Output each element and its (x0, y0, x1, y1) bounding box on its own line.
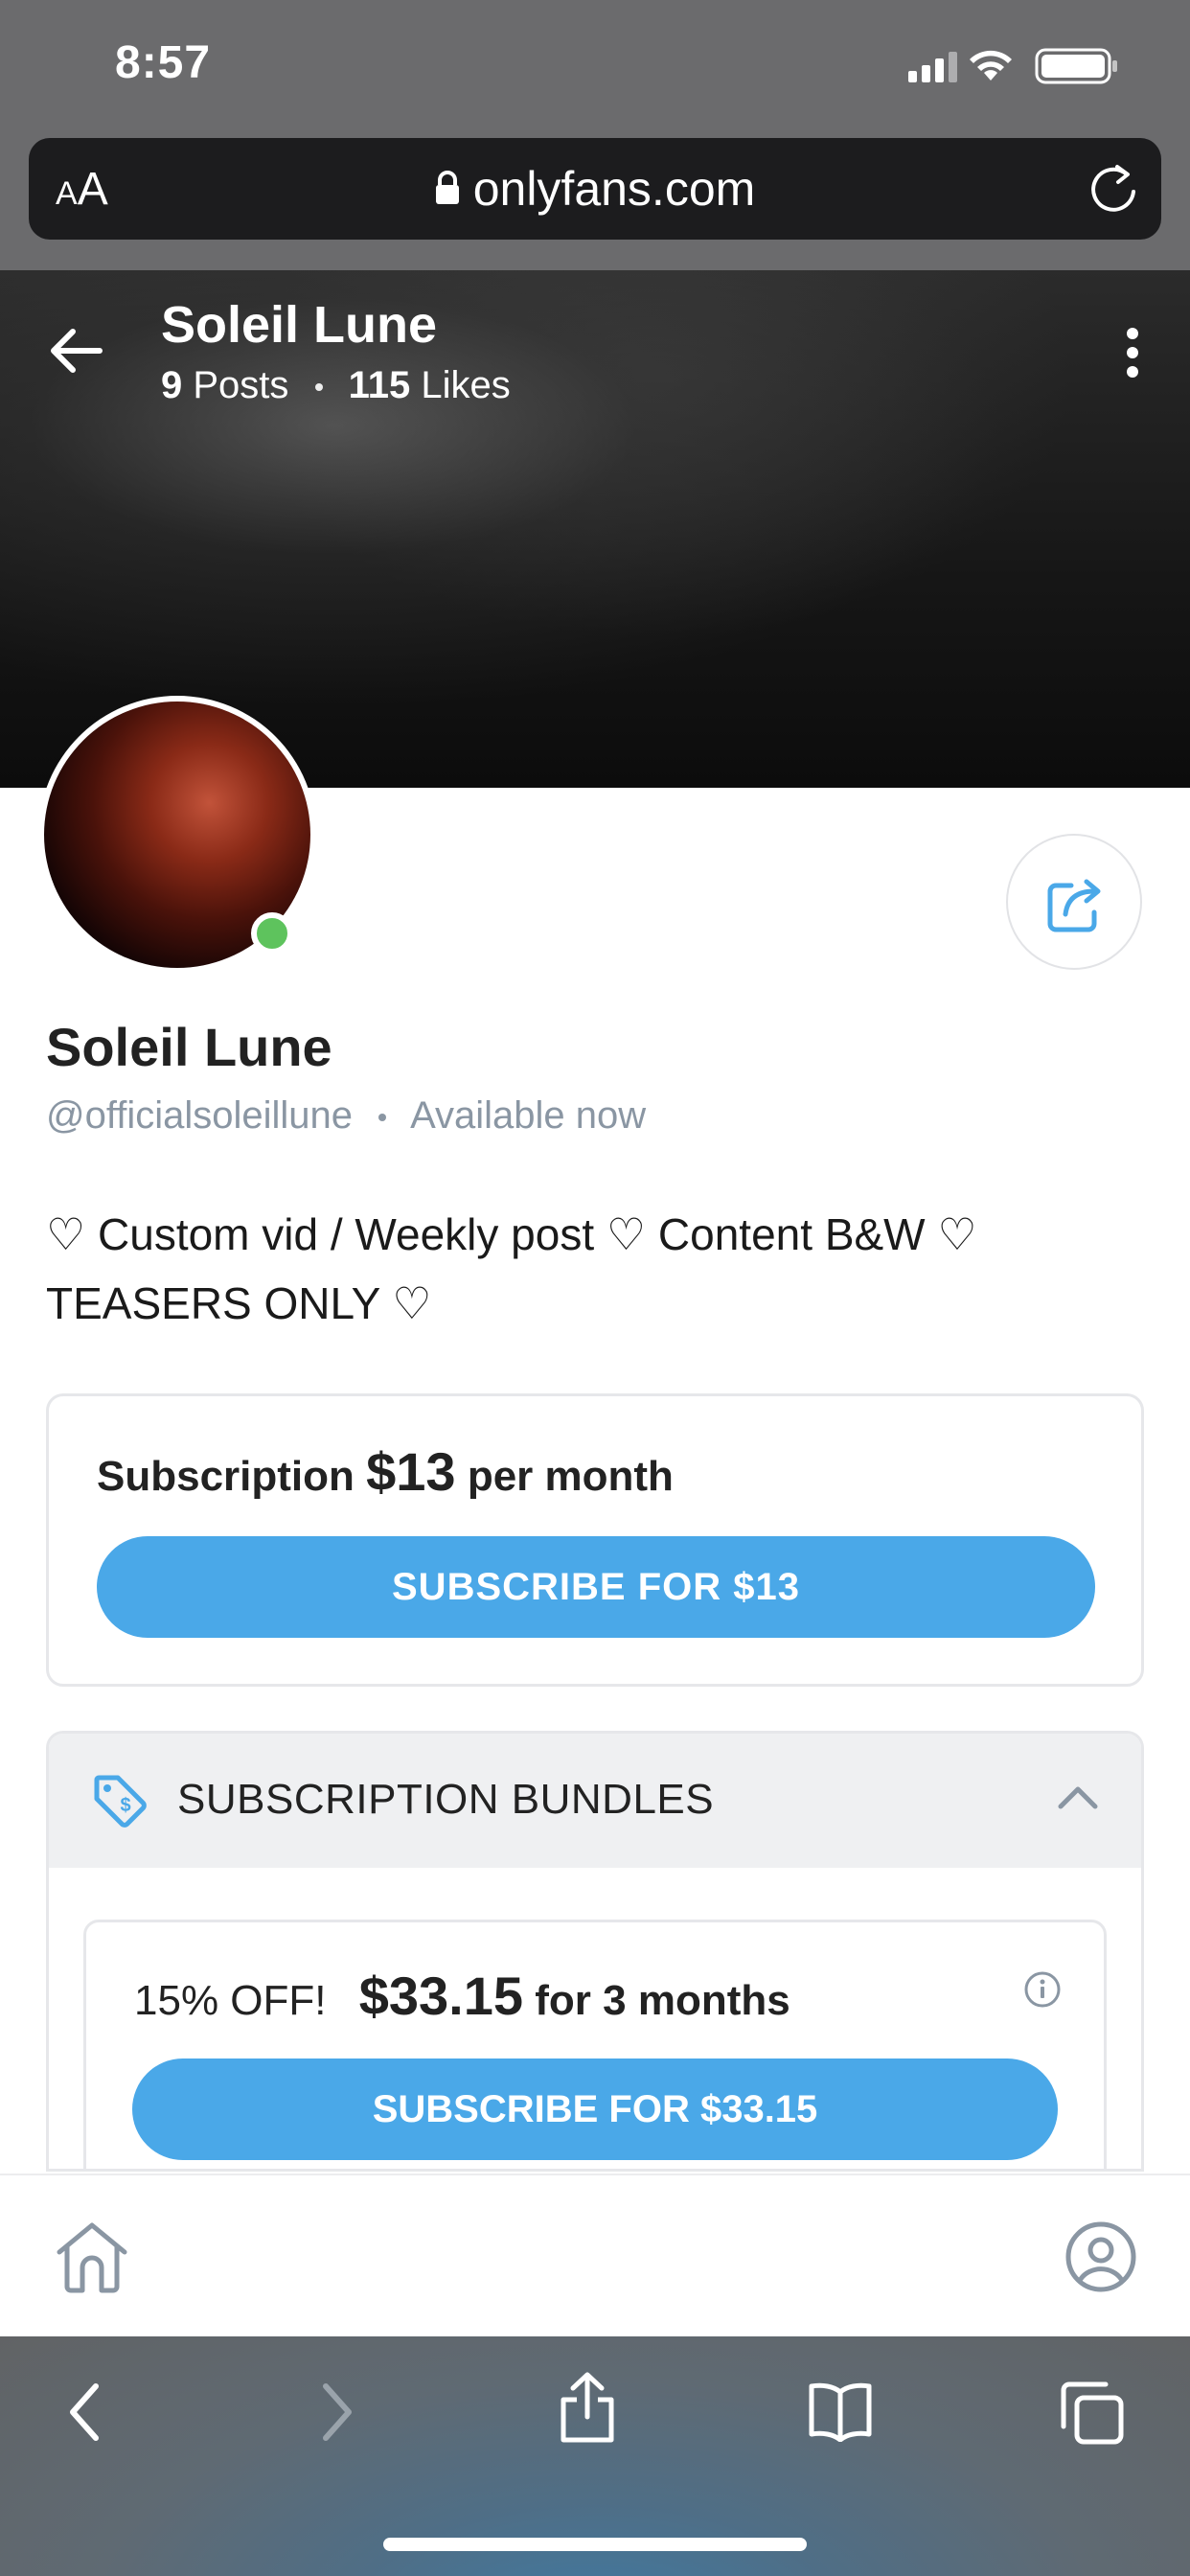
profile-handle[interactable]: @officialsoleillune (46, 1094, 353, 1137)
more-vertical-icon[interactable] (1125, 326, 1140, 380)
posts-label: Posts (193, 364, 289, 406)
bundle-item: 15% OFF! $33.15 for 3 months SUBSCRIBE F… (83, 1920, 1107, 2169)
url-display[interactable]: onlyfans.com (29, 161, 1161, 217)
lock-icon (435, 170, 459, 204)
likes-count: 115 (348, 364, 411, 406)
status-time: 8:57 (115, 37, 212, 88)
forward-icon[interactable] (312, 2379, 360, 2446)
separator-dot (378, 1114, 387, 1122)
bundle-duration: for 3 months (535, 1977, 790, 2024)
signal-icon (908, 52, 957, 82)
share-button[interactable] (1006, 834, 1142, 970)
address-bar[interactable]: AA onlyfans.com (29, 138, 1161, 240)
separator-dot (314, 383, 323, 392)
bookmarks-icon[interactable] (807, 2379, 874, 2442)
header-title: Soleil Lune (161, 296, 438, 354)
chevron-up-icon[interactable] (1057, 1783, 1099, 1810)
profile-name: Soleil Lune (46, 1017, 332, 1077)
url-text: onlyfans.com (472, 162, 756, 216)
subscription-suffix: per month (467, 1453, 674, 1500)
back-icon[interactable] (61, 2379, 109, 2446)
likes-label: Likes (421, 364, 511, 406)
safari-top-bar: 8:57 AA onlyfans.com (0, 0, 1190, 270)
signal-wifi-battery-icons (908, 48, 1117, 84)
back-arrow-icon[interactable] (50, 328, 103, 374)
bundle-price-line: 15% OFF! $33.15 for 3 months (134, 1965, 790, 2027)
subscribe-button[interactable]: SUBSCRIBE FOR $13 (97, 1536, 1095, 1638)
reload-icon[interactable] (1088, 161, 1140, 215)
profile-bio: ♡ Custom vid / Weekly post ♡ Content B&W… (46, 1209, 977, 1328)
subscription-bundles-card: $ SUBSCRIPTION BUNDLES 15% OFF! $33.15 f… (46, 1731, 1144, 2172)
posts-count: 9 (161, 364, 183, 406)
subscription-price: $13 (366, 1441, 456, 1502)
tag-icon: $ (94, 1775, 147, 1828)
profile-subtitle: @officialsoleillune Available now (46, 1094, 646, 1138)
bundle-discount: 15% OFF! (134, 1977, 327, 2024)
bundles-title: SUBSCRIPTION BUNDLES (177, 1776, 715, 1823)
share-icon[interactable] (556, 2369, 619, 2446)
subscription-price-line: Subscription $13 per month (97, 1440, 674, 1503)
app-bottom-nav (0, 2174, 1190, 2338)
battery-icon (1035, 48, 1117, 84)
svg-text:$: $ (120, 1795, 130, 1816)
subscription-card: Subscription $13 per month SUBSCRIBE FOR… (46, 1393, 1144, 1687)
status-icons (908, 42, 1129, 88)
availability-status: Available now (410, 1094, 647, 1137)
bundle-price: $33.15 (358, 1966, 524, 2026)
info-icon[interactable] (1023, 1970, 1062, 2009)
tabs-icon[interactable] (1058, 2379, 1127, 2448)
header-stats: 9 Posts 115 Likes (161, 364, 511, 407)
share-icon (1047, 879, 1101, 932)
wifi-icon (970, 50, 1012, 80)
bundles-header[interactable]: $ SUBSCRIPTION BUNDLES (49, 1734, 1141, 1868)
subscribe-bundle-button[interactable]: SUBSCRIBE FOR $33.15 (132, 2058, 1058, 2160)
profile-icon[interactable] (1064, 2220, 1138, 2294)
online-status-dot (251, 912, 293, 954)
subscription-prefix: Subscription (97, 1453, 355, 1500)
home-indicator[interactable] (383, 2538, 807, 2551)
home-icon[interactable] (52, 2220, 132, 2294)
